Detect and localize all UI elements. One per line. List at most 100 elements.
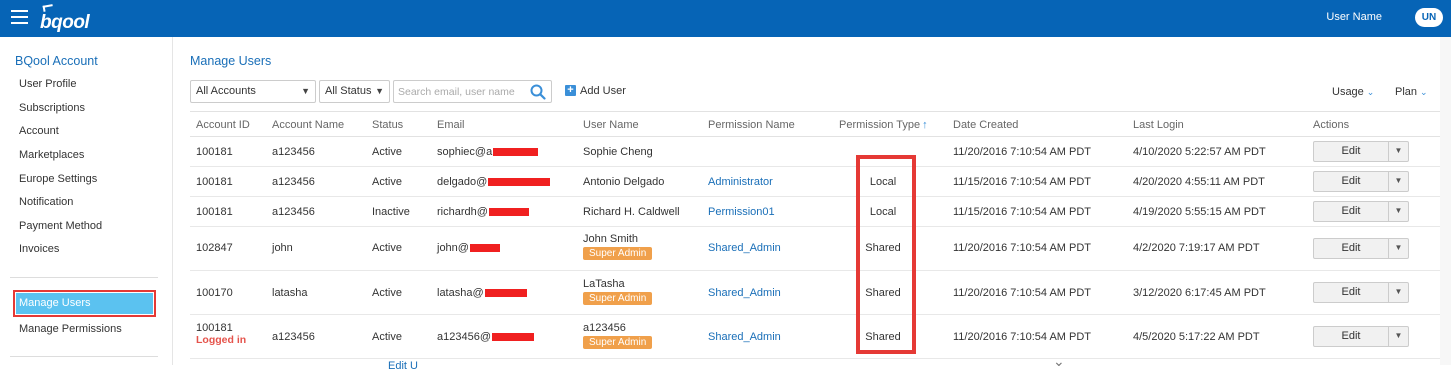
account-id-cell: 100181 Logged in	[196, 322, 246, 346]
user-name-cell: John Smith Super Admin	[583, 233, 653, 260]
redaction-bar	[492, 333, 534, 342]
account-id: 102847	[196, 242, 233, 254]
chevron-down-icon: ⌄	[1420, 87, 1428, 97]
status-text: Active	[372, 176, 402, 188]
date-created: 11/20/2016 7:10:54 AM PDT	[953, 331, 1091, 343]
email-cell: a123456@	[437, 331, 534, 343]
user-name-label[interactable]: User Name	[1326, 11, 1382, 23]
redaction-bar	[484, 289, 527, 298]
column-header-date-created[interactable]: Date Created	[953, 119, 1018, 131]
account-name: john	[272, 242, 293, 254]
sidebar-item-user-profile[interactable]: User Profile	[19, 78, 76, 90]
search-icon[interactable]	[530, 84, 546, 100]
column-header-status[interactable]: Status	[372, 119, 403, 131]
chevron-down-icon[interactable]: ▼	[1388, 282, 1409, 303]
table-row[interactable]: 100181 a123456 Active delgado@ Antonio D…	[190, 167, 1440, 197]
chevron-down-icon: ⌄	[1366, 87, 1375, 97]
super-admin-badge: Super Admin	[583, 336, 653, 349]
permission-name-link[interactable]: Shared_Admin	[708, 331, 781, 343]
column-header-email[interactable]: Email	[437, 119, 465, 131]
sidebar-item-account[interactable]: Account	[19, 125, 59, 137]
chevron-down-icon[interactable]: ▼	[1388, 201, 1409, 222]
edit-button[interactable]: Edit	[1313, 201, 1389, 222]
date-created: 11/15/2016 7:10:54 AM PDT	[953, 176, 1091, 188]
close-icon[interactable]: ⌄	[1053, 353, 1065, 370]
edit-button[interactable]: Edit	[1313, 171, 1389, 192]
usage-dropdown[interactable]: Usage ⌄	[1332, 86, 1374, 98]
plan-label: Plan	[1395, 86, 1418, 98]
status-text: Inactive	[372, 206, 410, 218]
email-cell: richardh@	[437, 206, 529, 218]
avatar[interactable]: UN	[1415, 8, 1443, 27]
usage-label: Usage	[1332, 86, 1364, 98]
chevron-down-icon: ▼	[301, 86, 310, 96]
last-login: 3/12/2020 6:17:45 AM PDT	[1133, 287, 1266, 299]
chevron-down-icon[interactable]: ▼	[1388, 141, 1409, 162]
user-name: LaTasha	[583, 278, 625, 290]
account-name: a123456	[272, 176, 315, 188]
date-created: 11/20/2016 7:10:54 AM PDT	[953, 146, 1091, 158]
logo-text: bqool	[40, 12, 90, 33]
sort-arrow-up-icon: ↑	[922, 119, 928, 131]
table-row[interactable]: 100170 latasha Active latasha@ LaTasha S…	[190, 271, 1440, 315]
user-name: John Smith	[583, 233, 639, 245]
status-select-value: All Status	[325, 85, 372, 97]
accounts-select-value: All Accounts	[196, 85, 256, 97]
account-id: 100181	[196, 322, 233, 334]
logged-in-indicator: Logged in	[196, 334, 247, 346]
chevron-down-icon[interactable]: ▼	[1388, 238, 1409, 259]
sidebar-title: BQool Account	[15, 54, 98, 68]
edit-button[interactable]: Edit	[1313, 282, 1389, 303]
email-cell: latasha@	[437, 287, 527, 299]
sidebar-item-marketplaces[interactable]: Marketplaces	[19, 149, 84, 161]
permission-name-link[interactable]: Administrator	[708, 176, 773, 188]
plus-icon: +	[565, 85, 576, 96]
sidebar-item-payment-method[interactable]: Payment Method	[19, 220, 102, 232]
sidebar-divider	[10, 277, 158, 278]
email-text: latasha@	[437, 287, 484, 299]
status-text: Active	[372, 287, 402, 299]
column-header-last-login[interactable]: Last Login	[1133, 119, 1184, 131]
sidebar-item-invoices[interactable]: Invoices	[19, 243, 59, 255]
sidebar-item-manage-permissions[interactable]: Manage Permissions	[19, 323, 122, 335]
account-id: 100181	[196, 176, 233, 188]
last-login: 4/19/2020 5:55:15 AM PDT	[1133, 206, 1266, 218]
column-header-account-id[interactable]: Account ID	[196, 119, 250, 131]
table-row[interactable]: 100181 Logged in a123456 Active a123456@…	[190, 315, 1440, 359]
permission-name-link[interactable]: Shared_Admin	[708, 287, 781, 299]
scrollbar[interactable]	[1440, 37, 1451, 365]
sidebar-divider	[10, 356, 158, 357]
edit-button[interactable]: Edit	[1313, 238, 1389, 259]
table-row[interactable]: 102847 john Active john@ John Smith Supe…	[190, 227, 1440, 271]
permission-name-link[interactable]: Shared_Admin	[708, 242, 781, 254]
column-header-account-name[interactable]: Account Name	[272, 119, 344, 131]
email-text: delgado@	[437, 176, 488, 188]
edit-button[interactable]: Edit	[1313, 326, 1389, 347]
sidebar-item-manage-users[interactable]: Manage Users	[16, 293, 153, 314]
sidebar-item-notification[interactable]: Notification	[19, 196, 73, 208]
sidebar-item-europe-settings[interactable]: Europe Settings	[19, 173, 97, 185]
column-header-user-name[interactable]: User Name	[583, 119, 639, 131]
permission-name-link[interactable]: Permission01	[708, 206, 775, 218]
menu-icon[interactable]	[11, 10, 28, 24]
edit-button-group: Edit ▼	[1313, 326, 1409, 347]
status-text: Active	[372, 331, 402, 343]
sidebar-item-subscriptions[interactable]: Subscriptions	[19, 102, 85, 114]
date-created: 11/15/2016 7:10:54 AM PDT	[953, 206, 1091, 218]
chevron-down-icon[interactable]: ▼	[1388, 171, 1409, 192]
plan-dropdown[interactable]: Plan ⌄	[1395, 86, 1428, 98]
table-row[interactable]: 100181 a123456 Inactive richardh@ Richar…	[190, 197, 1440, 227]
edit-button[interactable]: Edit	[1313, 141, 1389, 162]
bqool-logo[interactable]: bqool	[40, 3, 96, 35]
search-input[interactable]	[398, 84, 523, 99]
super-admin-badge: Super Admin	[583, 292, 653, 305]
table-row[interactable]: 100181 a123456 Active sophiec@a Sophie C…	[190, 137, 1440, 167]
super-admin-badge: Super Admin	[583, 247, 653, 260]
edit-button-group: Edit ▼	[1313, 141, 1409, 162]
accounts-select[interactable]: All Accounts ▼	[190, 80, 316, 103]
column-header-permission-type[interactable]: Permission Type ↑	[839, 119, 928, 131]
last-login: 4/20/2020 4:55:11 AM PDT	[1133, 176, 1265, 188]
column-header-permission-name[interactable]: Permission Name	[708, 119, 795, 131]
chevron-down-icon[interactable]: ▼	[1388, 326, 1409, 347]
status-select[interactable]: All Status ▼	[319, 80, 390, 103]
